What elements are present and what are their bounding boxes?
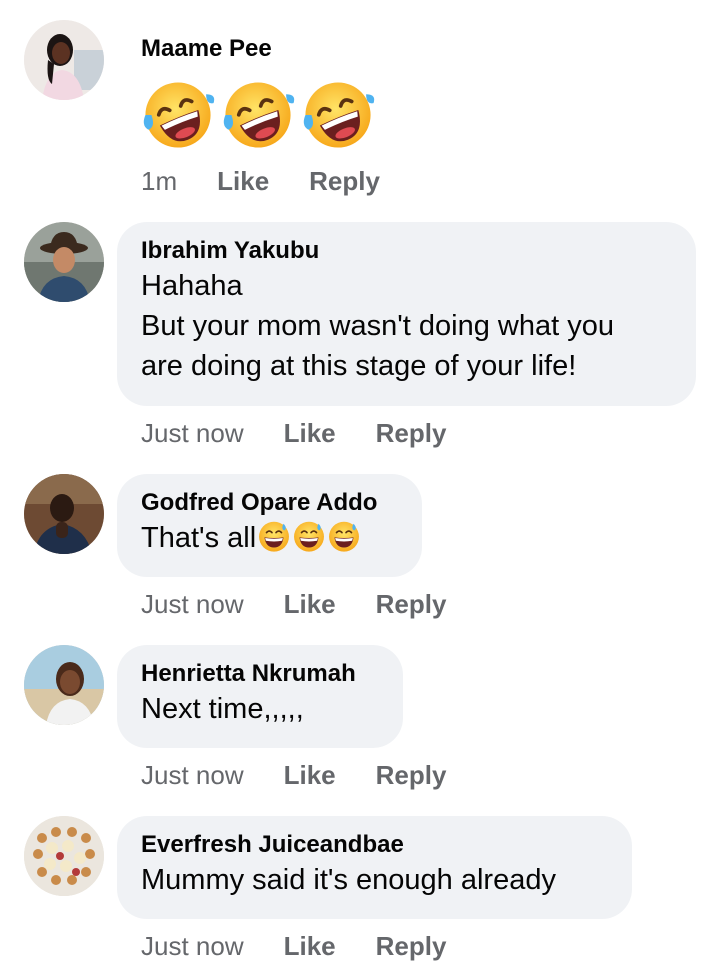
comment-actions: Just now Like Reply: [141, 589, 486, 620]
comment-text-line: are doing at this stage of your life!: [141, 350, 577, 382]
like-button[interactable]: Like: [284, 589, 336, 620]
comment-text: Next time,,,,,: [141, 693, 304, 725]
comment-timestamp[interactable]: Just now: [141, 760, 244, 791]
avatar[interactable]: [24, 816, 104, 896]
rofl-emoji: [301, 78, 375, 152]
reply-button[interactable]: Reply: [376, 931, 447, 962]
comment-body: Maame Pee: [141, 34, 381, 152]
commenter-name[interactable]: Everfresh Juiceandbae: [141, 830, 608, 860]
comment-timestamp[interactable]: Just now: [141, 589, 244, 620]
comment-bubble: Henrietta Nkrumah Next time,,,,,: [117, 645, 403, 748]
comment-actions: 1m Like Reply: [141, 166, 420, 197]
avatar[interactable]: [24, 222, 104, 302]
comment-bubble: Everfresh Juiceandbae Mummy said it's en…: [117, 816, 632, 919]
emoji-row: [141, 78, 381, 152]
comment-actions: Just now Like Reply: [141, 418, 486, 449]
avatar[interactable]: [24, 20, 104, 100]
commenter-name[interactable]: Godfred Opare Addo: [141, 488, 398, 518]
comment-actions: Just now Like Reply: [141, 931, 486, 962]
reply-button[interactable]: Reply: [376, 760, 447, 791]
commenter-name[interactable]: Ibrahim Yakubu: [141, 236, 672, 266]
reply-button[interactable]: Reply: [376, 589, 447, 620]
rofl-emoji: [221, 78, 295, 152]
like-button[interactable]: Like: [284, 931, 336, 962]
comment-bubble: Godfred Opare Addo That's all: [117, 474, 422, 577]
grinning-sweat-emoji: [327, 519, 361, 553]
comment-text: Mummy said it's enough already: [141, 864, 556, 896]
comment-timestamp[interactable]: 1m: [141, 166, 177, 197]
grinning-sweat-emoji: [257, 519, 291, 553]
comment-text: Hahaha: [141, 270, 243, 302]
commenter-name[interactable]: Henrietta Nkrumah: [141, 659, 379, 689]
reply-button[interactable]: Reply: [376, 418, 447, 449]
avatar[interactable]: [24, 474, 104, 554]
comment-text-row: That's all: [141, 518, 398, 558]
like-button[interactable]: Like: [284, 760, 336, 791]
comment-bubble: Ibrahim Yakubu Hahaha But your mom wasn'…: [117, 222, 696, 406]
comment-text: That's all: [141, 522, 257, 554]
like-button[interactable]: Like: [217, 166, 269, 197]
comment-text-line: But your mom wasn't doing what you: [141, 310, 614, 342]
avatar[interactable]: [24, 645, 104, 725]
commenter-name[interactable]: Maame Pee: [141, 34, 381, 64]
comment-timestamp[interactable]: Just now: [141, 931, 244, 962]
grinning-sweat-emoji: [292, 519, 326, 553]
reply-button[interactable]: Reply: [309, 166, 380, 197]
rofl-emoji: [141, 78, 215, 152]
comment-actions: Just now Like Reply: [141, 760, 486, 791]
comment-timestamp[interactable]: Just now: [141, 418, 244, 449]
like-button[interactable]: Like: [284, 418, 336, 449]
